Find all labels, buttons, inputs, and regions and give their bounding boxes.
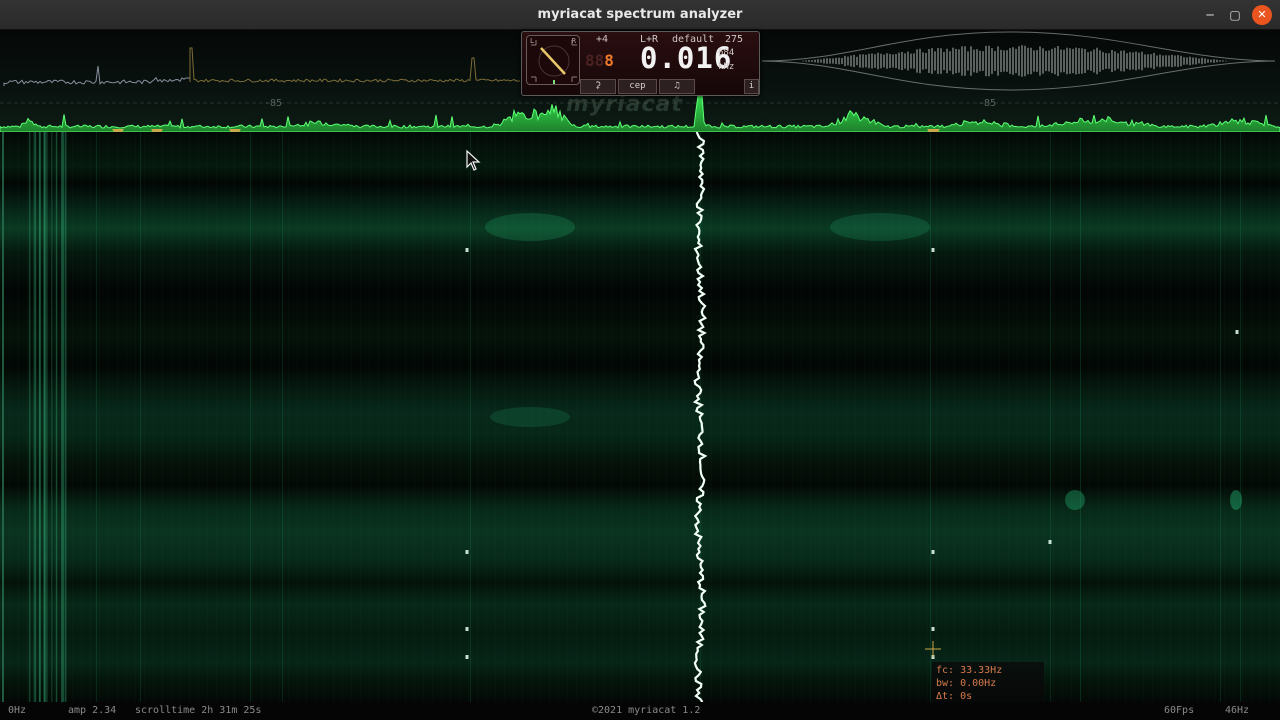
status-copyright: ©2021 myriacat 1.2 <box>592 705 701 716</box>
harmonic-line <box>930 132 931 702</box>
harmonic-line <box>1240 132 1241 702</box>
waveform-lines <box>802 45 1230 77</box>
window-title: myriacat spectrum analyzer <box>537 7 743 22</box>
title-bar[interactable]: myriacat spectrum analyzer ─ ▢ ✕ <box>0 0 1280 30</box>
readout-fc: fc: 33.33Hz <box>936 665 1003 676</box>
signal-cluster <box>490 407 570 427</box>
note-icon[interactable]: ♫ <box>659 79 695 94</box>
streak <box>39 132 41 702</box>
cursor-readout: fc: 33.33Hz bw: 0.00Hz Δt: 0s <box>932 662 1044 702</box>
streak <box>33 132 35 702</box>
harmonic-line <box>470 132 471 702</box>
panel-buttons: ⚳ cep ♫ i <box>580 79 760 95</box>
signal-cluster <box>1230 490 1242 510</box>
low-frequency-streaks <box>28 132 67 702</box>
streak <box>44 132 47 702</box>
dial-needle-icon <box>531 40 577 84</box>
streak <box>51 132 53 702</box>
streak <box>46 132 48 702</box>
status-bar: 0Hz amp 2.34 scrolltime 2h 31m 25s ©2021… <box>0 702 1280 720</box>
control-panel[interactable]: L R +4 L+R default 275 888 0.016 684 kHz… <box>521 31 760 96</box>
streak <box>55 132 58 702</box>
db-label-right: -85 <box>978 98 997 109</box>
status-amp[interactable]: amp 2.34 <box>68 705 116 716</box>
harmonic-line <box>1220 132 1221 702</box>
status-zero-freq: 0Hz <box>8 705 27 716</box>
streak <box>43 132 45 702</box>
small-digits-dim: 88 <box>585 51 605 70</box>
harmonic-line <box>96 132 97 702</box>
signal-cluster <box>1065 490 1085 510</box>
info-icon[interactable]: i <box>743 79 760 94</box>
upper-trace-left <box>3 65 191 86</box>
event-dot <box>1235 330 1239 334</box>
channel-offset[interactable]: +4 <box>596 34 608 45</box>
event-dot <box>465 627 469 631</box>
edge-column <box>2 132 4 702</box>
streak <box>64 132 67 702</box>
streak <box>34 132 37 702</box>
harmonic-line <box>140 132 141 702</box>
event-dot <box>931 550 935 554</box>
upper-trace-mid <box>189 47 521 83</box>
signal-cluster <box>830 213 930 241</box>
event-dot <box>465 550 469 554</box>
frequency-unit: kHz <box>718 62 735 72</box>
small-digits-lit: 8 <box>604 51 614 70</box>
streak <box>28 132 31 702</box>
db-label-left: -85 <box>264 98 283 109</box>
event-dots <box>465 248 1239 659</box>
status-max-freq: 46Hz <box>1225 705 1250 716</box>
harmonic-line <box>250 132 251 702</box>
mouse-pointer-icon <box>466 149 481 171</box>
harmonic-line <box>1080 132 1081 702</box>
event-dot <box>931 627 935 631</box>
small-digit-display: 888 <box>585 51 614 70</box>
event-dot <box>1048 540 1052 544</box>
status-fps: 60Fps <box>1164 705 1195 716</box>
event-dot <box>465 248 469 252</box>
level-dial[interactable]: L R <box>526 35 580 85</box>
status-scrolltime[interactable]: scrolltime 2h 31m 25s <box>135 705 261 716</box>
close-icon[interactable]: ✕ <box>1252 5 1272 25</box>
tuning-fork-button[interactable]: ⚳ <box>580 79 616 94</box>
frequency-sub-value: 684 <box>718 48 735 58</box>
waterfall-overlay <box>2 132 1242 702</box>
cepstrum-button[interactable]: cep <box>617 79 658 94</box>
app-window: myriacat spectrum analyzer ─ ▢ ✕ -85 -85… <box>0 0 1280 720</box>
minimize-icon[interactable]: ─ <box>1200 5 1220 25</box>
waterfall-display[interactable] <box>0 132 1280 702</box>
streak <box>62 132 65 702</box>
event-dot <box>465 655 469 659</box>
event-dot <box>931 248 935 252</box>
readout-bw: bw: 0.00Hz <box>936 678 997 689</box>
signal-cluster <box>485 213 575 241</box>
streak <box>61 132 63 702</box>
harmonic-line <box>282 132 283 702</box>
harmonic-line <box>1050 132 1051 702</box>
harmonic-lines <box>96 132 1241 702</box>
maximize-icon[interactable]: ▢ <box>1225 5 1245 25</box>
panel-spacer <box>697 79 742 94</box>
